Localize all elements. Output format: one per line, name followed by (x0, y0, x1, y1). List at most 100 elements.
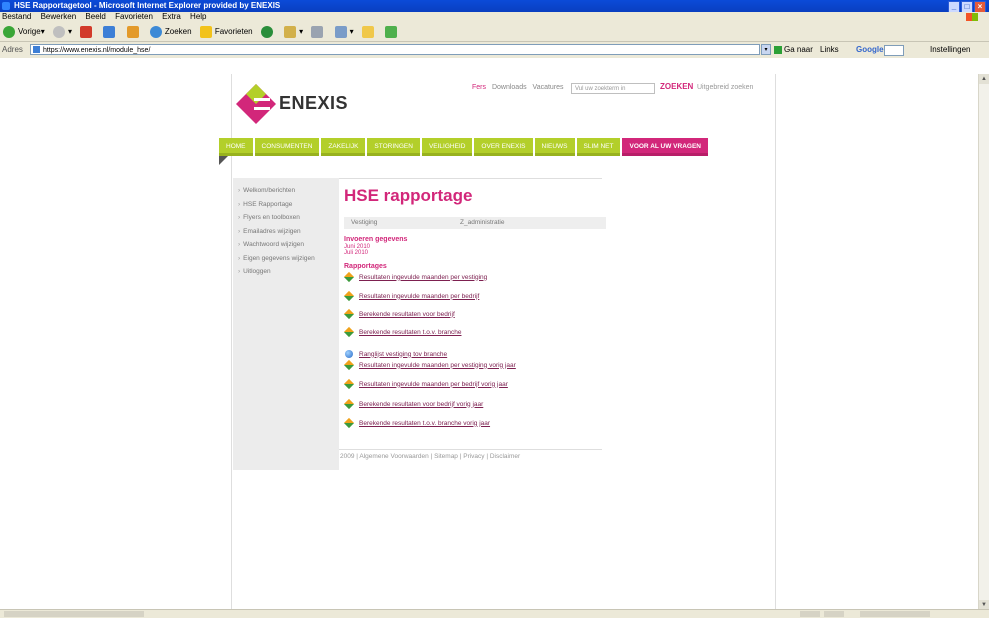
vestiging-label: Vestiging (351, 219, 378, 226)
vertical-scrollbar[interactable]: ▲ ▼ (978, 74, 989, 610)
folder-button[interactable] (361, 26, 377, 38)
nav-voor-al-uw-vragen[interactable]: VOOR AL UW VRAGEN (622, 138, 708, 156)
refresh-button[interactable] (103, 26, 118, 38)
chevron-right-icon: › (238, 187, 241, 194)
search-button[interactable]: Zoeken (149, 22, 192, 42)
favorites-button[interactable]: Favorieten (199, 22, 253, 42)
sidebar-item-eigen-gegevens[interactable]: › Eigen gegevens wijzigen (233, 252, 339, 266)
rapportages-heading: Rapportages (344, 263, 387, 270)
address-dropdown-button[interactable]: ▾ (761, 44, 771, 55)
menu-favorieten[interactable]: Favorieten (115, 12, 153, 21)
report-diamond-icon (343, 308, 355, 320)
page-title: HSE rapportage (344, 186, 473, 205)
back-arrow-icon (3, 26, 15, 38)
nav-veiligheid[interactable]: VEILIGHEID (421, 138, 473, 156)
logo-bar-bottom-icon (254, 107, 270, 110)
sidebar-item-uitloggen[interactable]: › Uitloggen (233, 265, 339, 279)
month-link-juli[interactable]: Juli 2010 (344, 250, 368, 256)
report-item[interactable]: Resultaten ingevulde maanden per bedrijf (343, 290, 479, 302)
toplink-fers[interactable]: Fers (472, 84, 486, 91)
page-right-border (775, 74, 776, 610)
report-diamond-icon (343, 378, 355, 390)
report-diamond-icon (343, 271, 355, 283)
report-link[interactable]: Resultaten ingevulde maanden per bedrijf… (359, 381, 508, 388)
site-search-button[interactable]: ZOEKEN (660, 82, 693, 91)
report-item[interactable]: Resultaten ingevulde maanden per vestigi… (343, 359, 516, 371)
page-icon (33, 46, 40, 53)
browser-toolbar: Vorige ▾ ▾ Zoeken Favorieten ▾ ▾ (0, 22, 989, 42)
report-link[interactable]: Resultaten ingevulde maanden per bedrijf (359, 293, 479, 300)
nav-home[interactable]: HOME (219, 138, 253, 156)
report-item[interactable]: Berekende resultaten t.o.v. branche (343, 326, 462, 338)
nav-consumenten[interactable]: CONSUMENTEN (254, 138, 320, 156)
address-input[interactable]: https://www.enexis.nl/module_hse/ (30, 44, 760, 55)
chevron-right-icon: › (238, 241, 241, 248)
go-button[interactable]: Ga naar (774, 42, 813, 58)
status-text-segment (4, 611, 144, 617)
nav-slim-net[interactable]: SLIM NET (576, 138, 621, 156)
report-diamond-icon (343, 417, 355, 429)
nav-storingen[interactable]: STORINGEN (367, 138, 420, 156)
nav-over-enexis[interactable]: OVER ENEXIS (474, 138, 533, 156)
menu-extra[interactable]: Extra (162, 12, 181, 21)
back-button[interactable]: Vorige ▾ (3, 22, 45, 42)
toplink-downloads[interactable]: Downloads (492, 84, 527, 91)
site-search-input[interactable]: Vul uw zoekterm in (571, 83, 655, 94)
sidebar-item-hse-rapportage[interactable]: › HSE Rapportage (233, 198, 339, 212)
go-arrow-icon (774, 45, 782, 54)
sidebar-item-emailadres[interactable]: › Emailadres wijzigen (233, 225, 339, 239)
nav-zakelijk[interactable]: ZAKELIJK (321, 138, 366, 156)
report-item[interactable]: Berekende resultaten t.o.v. branche vori… (343, 417, 490, 429)
stop-icon (80, 26, 93, 38)
messenger-icon (385, 26, 398, 38)
print-icon (311, 26, 324, 38)
report-link[interactable]: Resultaten ingevulde maanden per vestigi… (359, 362, 516, 369)
print-button[interactable] (311, 26, 326, 38)
nav-nieuws[interactable]: NIEUWS (534, 138, 575, 156)
report-item[interactable]: Resultaten ingevulde maanden per vestigi… (343, 271, 487, 283)
sidebar-item-wachtwoord[interactable]: › Wachtwoord wijzigen (233, 238, 339, 252)
menu-bestand[interactable]: Bestand (2, 12, 31, 21)
links-button[interactable]: Links (820, 42, 839, 58)
advanced-search-link[interactable]: Uitgebreid zoeken (697, 84, 753, 91)
home-button[interactable] (126, 26, 142, 38)
report-item[interactable]: Resultaten ingevulde maanden per bedrijf… (343, 378, 508, 390)
stop-button[interactable] (80, 26, 95, 38)
status-zone-segment (860, 611, 930, 617)
report-diamond-icon (343, 326, 355, 338)
vestiging-row: Vestiging Z_administratie (344, 217, 606, 229)
edit-button[interactable]: ▾ (334, 22, 354, 42)
messenger-button[interactable] (385, 26, 400, 38)
toplink-vacatures[interactable]: Vacatures (533, 84, 564, 91)
logo-bar-top-icon (254, 98, 270, 101)
sidebar-item-welkom[interactable]: › Welkom/berichten (233, 184, 339, 198)
forward-button[interactable]: ▾ (52, 22, 72, 42)
report-link[interactable]: Ranglijst vestiging tov branche (359, 351, 447, 358)
report-link[interactable]: Berekende resultaten t.o.v. branche (359, 329, 462, 336)
report-diamond-icon (343, 398, 355, 410)
report-link[interactable]: Berekende resultaten t.o.v. branche vori… (359, 420, 490, 427)
report-globe-icon (344, 349, 354, 359)
forward-arrow-icon (52, 26, 65, 38)
content-bottom-divider (339, 449, 602, 450)
history-icon (260, 26, 273, 38)
report-link[interactable]: Resultaten ingevulde maanden per vestigi… (359, 274, 487, 281)
chevron-right-icon: › (238, 214, 241, 221)
report-link[interactable]: Berekende resultaten voor bedrijf vorig … (359, 401, 483, 408)
google-search-input[interactable] (884, 45, 904, 56)
sidebar: › Welkom/berichten › HSE Rapportage › Flyer… (233, 178, 339, 470)
report-item[interactable]: Berekende resultaten voor bedrijf vorig … (343, 398, 483, 410)
menu-bewerken[interactable]: Bewerken (41, 12, 77, 21)
menu-beeld[interactable]: Beeld (85, 12, 105, 21)
main-nav: HOME CONSUMENTEN ZAKELIJK STORINGEN VEIL… (219, 138, 710, 156)
scroll-up-icon[interactable]: ▲ (979, 74, 989, 84)
mail-button[interactable]: ▾ (284, 22, 303, 42)
menu-help[interactable]: Help (190, 12, 206, 21)
content-top-divider (339, 178, 602, 179)
settings-button[interactable]: Instellingen (930, 42, 970, 58)
report-link[interactable]: Berekende resultaten voor bedrijf (359, 311, 455, 318)
sidebar-item-flyers[interactable]: › Flyers en toolboxen (233, 211, 339, 225)
history-button[interactable] (260, 26, 276, 38)
report-item[interactable]: Berekende resultaten voor bedrijf (343, 308, 455, 320)
star-icon (199, 26, 212, 38)
